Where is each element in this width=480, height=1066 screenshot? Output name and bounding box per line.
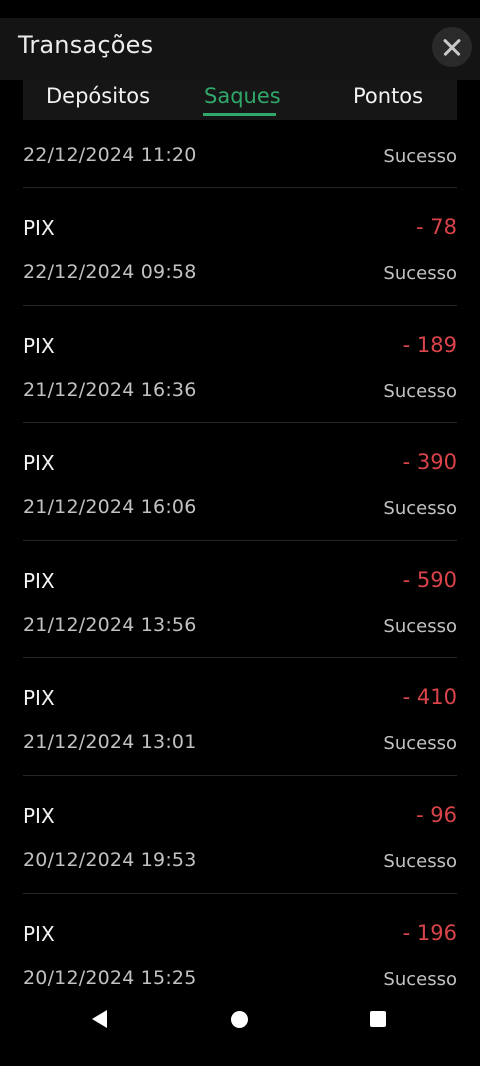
transaction-amount: - 196: [402, 920, 457, 945]
back-triangle-icon[interactable]: [92, 1010, 107, 1028]
divider: [23, 657, 457, 659]
transaction-date: 22/12/2024 11:20: [23, 144, 197, 166]
transaction-status: Sucesso: [383, 968, 457, 990]
divider: [23, 892, 457, 894]
recent-square-icon[interactable]: [370, 1011, 386, 1027]
tab-pontos[interactable]: Pontos: [353, 80, 423, 118]
transaction-method: PIX: [23, 921, 55, 946]
divider: [23, 422, 457, 424]
transaction-method: PIX: [23, 451, 55, 476]
tab-bar: Depósitos Saques Pontos: [23, 80, 457, 120]
status-bar: [0, 0, 480, 18]
transaction-method: PIX: [23, 804, 55, 828]
transaction-date: 21/12/2024 16:36: [23, 378, 197, 401]
header-bar: Transações: [0, 18, 480, 80]
transaction-date: 22/12/2024 09:58: [23, 261, 197, 283]
transaction-date: 21/12/2024 13:56: [23, 613, 197, 636]
transaction-date: 20/12/2024 15:25: [23, 966, 197, 989]
transaction-status: Sucesso: [383, 733, 457, 755]
home-circle-icon[interactable]: [231, 1011, 248, 1028]
divider: [23, 775, 457, 776]
divider: [23, 304, 457, 306]
transaction-amount: - 390: [402, 450, 457, 475]
transaction-method: PIX: [23, 568, 55, 593]
transaction-amount: - 410: [402, 685, 457, 710]
transaction-date: 20/12/2024 19:53: [23, 849, 197, 871]
page-title: Transações: [18, 31, 154, 59]
transaction-amount: - 590: [402, 567, 457, 592]
system-nav-bar: [0, 995, 480, 1066]
transaction-status: Sucesso: [383, 380, 457, 402]
transactions-screen: Transações Depósitos Saques Pontos 22/12…: [0, 0, 480, 1066]
transaction-status: Sucesso: [383, 498, 457, 520]
transaction-date: 21/12/2024 13:01: [23, 731, 197, 754]
active-tab-indicator: [203, 113, 276, 116]
transaction-method: PIX: [23, 216, 55, 240]
transaction-amount: - 96: [416, 803, 457, 827]
transaction-status: Sucesso: [383, 263, 457, 284]
transaction-status: Sucesso: [383, 146, 457, 167]
divider: [23, 539, 457, 541]
transaction-date: 21/12/2024 16:06: [23, 496, 197, 519]
close-button[interactable]: [432, 27, 472, 67]
transaction-amount: - 78: [416, 215, 457, 239]
tab-depositos[interactable]: Depósitos: [46, 80, 150, 118]
transaction-method: PIX: [23, 686, 55, 711]
transaction-status: Sucesso: [383, 851, 457, 872]
transaction-amount: - 189: [402, 332, 457, 357]
transaction-method: PIX: [23, 333, 55, 358]
transaction-status: Sucesso: [383, 615, 457, 637]
divider: [23, 187, 457, 188]
